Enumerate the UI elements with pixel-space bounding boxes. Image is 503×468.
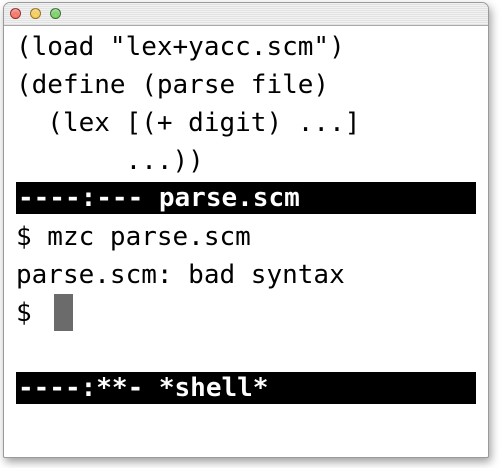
minimize-button[interactable]	[30, 8, 41, 19]
editor-modeline: ----:--- parse.scm	[16, 182, 476, 214]
editor-line: (load "lex+yacc.scm")	[16, 32, 345, 62]
zoom-button[interactable]	[50, 8, 61, 19]
emacs-window: (load "lex+yacc.scm") (define (parse fil…	[3, 2, 489, 458]
editor-line: (define (parse file)	[16, 70, 330, 100]
title-bar[interactable]	[4, 3, 488, 26]
editor-modeline-text: ----:--- parse.scm	[18, 183, 300, 213]
shell-line: $ mzc parse.scm	[16, 222, 251, 252]
close-button[interactable]	[10, 8, 21, 19]
shell-modeline: ----:**- *shell*	[16, 372, 476, 404]
editor-line: (lex [(+ digit) ...]	[16, 108, 361, 138]
shell-modeline-text: ----:**- *shell*	[18, 373, 269, 403]
editor-line: ...))	[16, 146, 204, 176]
text-cursor	[54, 294, 73, 331]
shell-line: parse.scm: bad syntax	[16, 260, 345, 290]
shell-prompt: $	[16, 298, 48, 328]
frame-content: (load "lex+yacc.scm") (define (parse fil…	[4, 26, 488, 457]
